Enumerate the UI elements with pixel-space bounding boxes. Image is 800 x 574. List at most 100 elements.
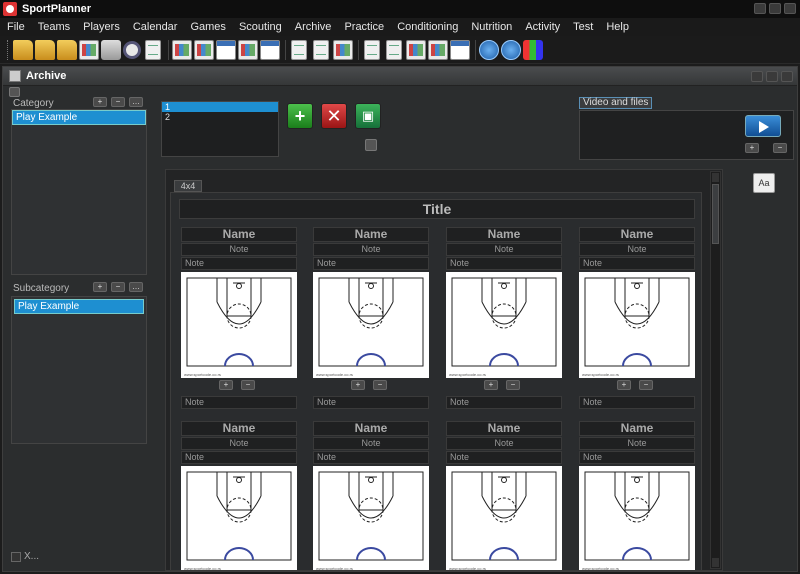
options-checkbox[interactable]: X... (11, 551, 39, 562)
menu-conditioning[interactable]: Conditioning (397, 21, 458, 33)
help-icon[interactable] (479, 39, 499, 60)
info-icon[interactable] (501, 39, 521, 60)
archive-minimize-button[interactable] (751, 71, 763, 82)
play-note[interactable]: Note (579, 243, 695, 256)
game-icon[interactable] (238, 39, 258, 60)
scroll-thumb[interactable] (712, 184, 719, 244)
category-add-button[interactable]: + (93, 97, 107, 107)
court-diagram[interactable]: www.sportcode.co.rs (313, 466, 429, 570)
archive-icon[interactable] (291, 39, 307, 60)
court-diagram[interactable]: www.sportcode.co.rs (313, 272, 429, 378)
subcategory-more-button[interactable]: … (129, 282, 143, 292)
play-note-label[interactable]: Note (313, 451, 429, 464)
checkbox-box[interactable] (11, 551, 21, 562)
play-name[interactable]: Name (446, 421, 562, 436)
folder-icon[interactable] (57, 39, 77, 60)
play-note-label[interactable]: Note (579, 257, 695, 270)
delete-button[interactable]: ✕ (321, 103, 347, 129)
play-name[interactable]: Name (181, 227, 297, 242)
court-diagram[interactable]: www.sportcode.co.rs (181, 272, 297, 378)
print-icon[interactable] (101, 39, 121, 60)
nutrition-icon[interactable] (386, 39, 402, 60)
category-remove-button[interactable]: − (111, 97, 125, 107)
play-note[interactable]: Note (579, 437, 695, 450)
play-note-label[interactable]: Note (181, 451, 297, 464)
sheet-scrollbar[interactable] (710, 171, 721, 569)
sheet-list[interactable]: 1 2 (161, 101, 279, 157)
court-diagram[interactable]: www.sportcode.co.rs (446, 272, 562, 378)
category-item[interactable]: Play Example (12, 110, 146, 125)
play-note-label[interactable]: Note (579, 451, 695, 464)
menu-games[interactable]: Games (190, 21, 225, 33)
play-bottom-note[interactable]: Note (313, 396, 429, 409)
menu-calendar[interactable]: Calendar (133, 21, 178, 33)
play-name[interactable]: Name (313, 227, 429, 242)
statistics-icon[interactable] (450, 39, 470, 60)
layout-tab[interactable]: 4x4 (174, 180, 202, 192)
play-note[interactable]: Note (181, 243, 297, 256)
exercise-icon[interactable] (333, 39, 353, 60)
maximize-button[interactable] (769, 3, 781, 14)
text-format-button[interactable]: Aa (753, 173, 775, 193)
scroll-down-button[interactable] (712, 558, 719, 567)
colors-icon[interactable] (523, 39, 543, 60)
court-diagram[interactable]: www.sportcode.co.rs (446, 466, 562, 570)
menu-help[interactable]: Help (606, 21, 629, 33)
subcategory-list[interactable]: Play Example (11, 296, 147, 444)
save-button[interactable]: ▣ (355, 103, 381, 129)
list-item[interactable]: 2 (162, 112, 278, 122)
play-remove-button[interactable]: − (639, 380, 653, 390)
play-note-label[interactable]: Note (313, 257, 429, 270)
new-folder-icon[interactable] (13, 39, 33, 60)
subcategory-item[interactable]: Play Example (14, 299, 144, 314)
play-add-button[interactable]: + (219, 380, 233, 390)
play-note-label[interactable]: Note (446, 451, 562, 464)
play-bottom-note[interactable]: Note (181, 396, 297, 409)
toolbar-grip[interactable] (7, 39, 10, 60)
court-diagram[interactable]: www.sportcode.co.rs (579, 272, 695, 378)
category-list[interactable]: Play Example (11, 109, 147, 275)
sheet-title[interactable]: Title (179, 199, 695, 219)
menu-file[interactable]: File (7, 21, 25, 33)
add-button[interactable]: + (287, 103, 313, 129)
menu-test[interactable]: Test (573, 21, 593, 33)
video-add-button[interactable]: + (745, 143, 759, 153)
activity-icon[interactable] (406, 39, 426, 60)
close-button[interactable] (784, 3, 796, 14)
play-remove-button[interactable]: − (506, 380, 520, 390)
play-remove-button[interactable]: − (373, 380, 387, 390)
menu-scouting[interactable]: Scouting (239, 21, 282, 33)
play-add-button[interactable]: + (351, 380, 365, 390)
preview-icon[interactable] (123, 40, 141, 59)
play-note[interactable]: Note (446, 243, 562, 256)
play-name[interactable]: Name (579, 227, 695, 242)
play-bottom-note[interactable]: Note (579, 396, 695, 409)
court-diagram[interactable]: www.sportcode.co.rs (181, 466, 297, 570)
play-note-label[interactable]: Note (181, 257, 297, 270)
open-folder-icon[interactable] (35, 39, 55, 60)
play-bottom-note[interactable]: Note (446, 396, 562, 409)
document-icon[interactable] (145, 39, 161, 60)
menu-practice[interactable]: Practice (344, 21, 384, 33)
play-remove-button[interactable]: − (241, 380, 255, 390)
archive-maximize-button[interactable] (766, 71, 778, 82)
menu-teams[interactable]: Teams (38, 21, 70, 33)
play-name[interactable]: Name (313, 421, 429, 436)
play-video-button[interactable] (745, 115, 781, 137)
play-note[interactable]: Note (313, 243, 429, 256)
category-more-button[interactable]: … (129, 97, 143, 107)
team-icon[interactable] (172, 39, 192, 60)
practice-icon[interactable] (313, 39, 329, 60)
drill-icon[interactable] (364, 39, 380, 60)
list-item[interactable]: 1 (162, 102, 278, 112)
play-note-label[interactable]: Note (446, 257, 562, 270)
play-add-button[interactable]: + (484, 380, 498, 390)
menu-activity[interactable]: Activity (525, 21, 560, 33)
menu-nutrition[interactable]: Nutrition (471, 21, 512, 33)
play-note[interactable]: Note (446, 437, 562, 450)
minimize-button[interactable] (754, 3, 766, 14)
play-name[interactable]: Name (579, 421, 695, 436)
menu-players[interactable]: Players (83, 21, 120, 33)
play-note[interactable]: Note (313, 437, 429, 450)
archive-close-button[interactable] (781, 71, 793, 82)
